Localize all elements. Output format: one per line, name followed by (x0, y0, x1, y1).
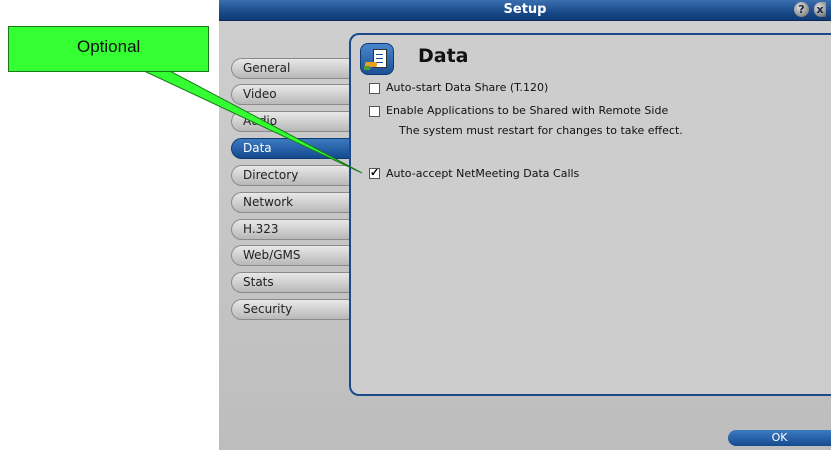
sidebar-item-directory[interactable]: Directory (231, 165, 361, 186)
sidebar-item-label: Audio (243, 114, 278, 128)
enable-app-sharing-label: Enable Applications to be Shared with Re… (386, 104, 669, 117)
sidebar-item-network[interactable]: Network (231, 192, 361, 213)
sidebar-item-label: Stats (243, 275, 274, 289)
data-share-icon (360, 43, 394, 75)
title-bar: Setup ? x (219, 0, 831, 21)
sidebar-item-label: General (243, 61, 291, 75)
sidebar-item-label: Directory (243, 168, 299, 182)
restart-note: The system must restart for changes to t… (399, 124, 683, 137)
sidebar-item-data[interactable]: Data (231, 138, 361, 159)
ok-button[interactable]: OK (728, 430, 831, 446)
sidebar-item-label: Web/GMS (243, 248, 301, 262)
sidebar-item-label: Network (243, 195, 294, 209)
window-title: Setup (503, 2, 547, 17)
sidebar-item-stats[interactable]: Stats (231, 272, 361, 293)
help-icon[interactable]: ? (794, 2, 809, 17)
auto-start-data-share-label: Auto-start Data Share (T.120) (386, 81, 549, 94)
optional-callout: Optional (8, 26, 209, 72)
sidebar-item-label: Security (243, 302, 293, 316)
sidebar-item-video[interactable]: Video (231, 84, 361, 105)
sidebar-item-label: Data (243, 141, 272, 155)
check-mark-icon: ✓ (370, 167, 380, 179)
sidebar-item-security[interactable]: Security (231, 299, 361, 320)
sidebar-item-h323[interactable]: H.323 (231, 219, 361, 240)
sidebar-item-label: Video (243, 87, 277, 101)
sidebar-item-general[interactable]: General (231, 58, 361, 79)
auto-start-data-share-checkbox[interactable] (369, 83, 380, 94)
sidebar-item-label: H.323 (243, 222, 279, 236)
enable-app-sharing-checkbox[interactable] (369, 106, 380, 117)
sidebar-item-audio[interactable]: Audio (231, 111, 361, 132)
setup-window: Setup ? x General Video Audio Data Direc… (219, 0, 831, 450)
sidebar-item-web-gms[interactable]: Web/GMS (231, 245, 361, 266)
close-icon[interactable]: x (814, 2, 826, 17)
callout-label: Optional (77, 37, 141, 56)
auto-accept-netmeeting-label: Auto-accept NetMeeting Data Calls (386, 167, 580, 180)
page-title: Data (418, 45, 469, 67)
auto-accept-netmeeting-checkbox[interactable]: ✓ (369, 168, 380, 179)
